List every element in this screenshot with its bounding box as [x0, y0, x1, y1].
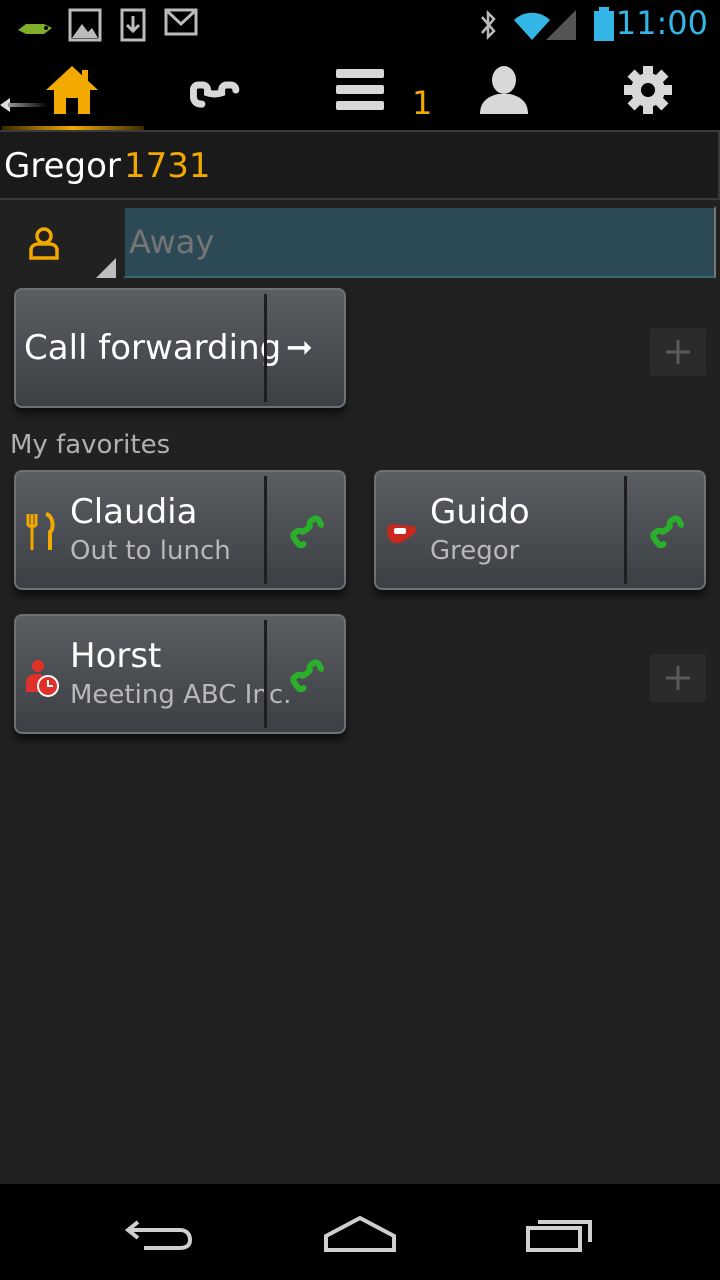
tab-list[interactable] [288, 50, 432, 130]
user-header: Gregor 1731 [0, 130, 720, 200]
back-button[interactable] [100, 1204, 220, 1264]
recent-apps-button[interactable] [500, 1204, 620, 1264]
phone-icon [190, 81, 240, 108]
lunch-icon [26, 512, 55, 550]
forward-arrow-icon: ➞ [286, 328, 313, 366]
tab-bar [0, 50, 720, 130]
download-icon [120, 8, 146, 42]
add-shortcut-button[interactable] [650, 328, 706, 376]
battery-icon [594, 7, 614, 41]
signal-icon [546, 10, 576, 40]
home-icon [46, 66, 98, 114]
gear-icon [624, 66, 672, 114]
call-forwarding-button[interactable]: Call forwarding ➞ [14, 288, 346, 408]
tile-divider [624, 476, 627, 584]
call-forwarding-label: Call forwarding [24, 328, 282, 368]
favorite-name: Claudia [70, 492, 198, 532]
call-icon[interactable] [642, 508, 686, 552]
favorite-status: Out to lunch [70, 536, 231, 566]
plus-icon [666, 666, 690, 690]
tab-contacts[interactable] [432, 50, 576, 130]
tab-settings[interactable] [576, 50, 720, 130]
list-tab-badge: 1 [412, 84, 433, 122]
home-button[interactable] [300, 1204, 420, 1264]
tile-divider [264, 294, 267, 402]
system-nav-bar [0, 1184, 720, 1280]
call-icon[interactable] [282, 652, 326, 696]
user-extension: 1731 [124, 146, 211, 186]
add-favorite-button[interactable] [650, 654, 706, 702]
tile-divider [264, 476, 267, 584]
dropdown-corner-indicator [96, 258, 116, 278]
app-notification-icon [18, 24, 52, 34]
tab-home[interactable] [0, 50, 144, 130]
tab-calls[interactable] [144, 50, 288, 130]
scroll-left-indicator-tail [8, 103, 48, 107]
on-phone-icon [387, 524, 417, 544]
presence-person-icon [29, 227, 59, 260]
status-text-input[interactable] [123, 206, 716, 278]
contact-icon [480, 66, 528, 114]
meeting-icon [26, 660, 59, 697]
favorite-status: Gregor [430, 536, 520, 566]
favorite-status: Meeting ABC Inc. [70, 680, 292, 710]
favorite-horst[interactable]: Horst Meeting ABC Inc. [14, 614, 346, 734]
user-name: Gregor [4, 146, 121, 186]
favorite-name: Horst [70, 636, 162, 676]
clock: 11:00 [615, 4, 708, 42]
image-icon [68, 8, 102, 42]
plus-icon [666, 340, 690, 364]
gmail-icon [164, 8, 198, 36]
recent-apps-icon [526, 1220, 592, 1252]
status-bar: 11:00 [0, 0, 720, 50]
favorites-heading: My favorites [10, 430, 171, 460]
favorite-guido[interactable]: Guido Gregor [374, 470, 706, 590]
home-outline-icon [324, 1215, 396, 1252]
favorite-name: Guido [430, 492, 530, 532]
bluetooth-icon [481, 9, 496, 41]
list-icon [336, 69, 384, 110]
call-icon[interactable] [282, 508, 326, 552]
tile-divider [264, 620, 267, 728]
back-icon [124, 1220, 193, 1250]
favorite-claudia[interactable]: Claudia Out to lunch [14, 470, 346, 590]
